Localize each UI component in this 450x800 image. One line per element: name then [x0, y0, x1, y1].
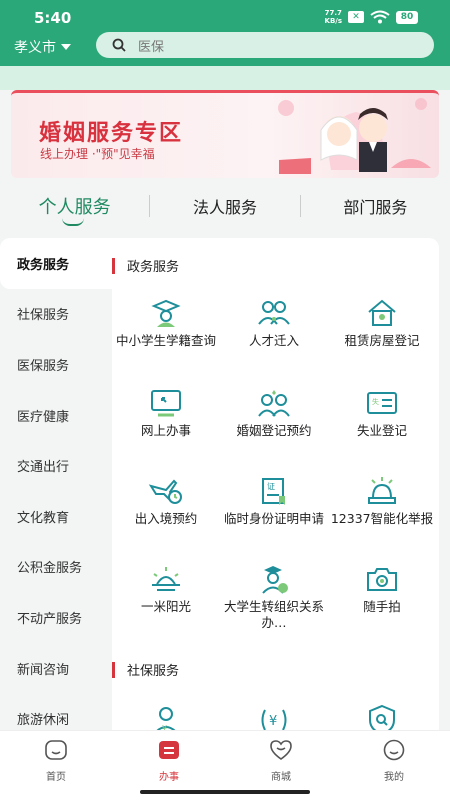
banner-title: 婚姻服务专区	[39, 121, 184, 146]
marriage-service-banner[interactable]: 婚姻服务专区 线上办理 ·"预"见幸福	[11, 90, 439, 178]
status-time: 5:40	[34, 9, 72, 27]
talent-icon	[258, 301, 290, 325]
net-speed: 77.7 KB/s	[324, 9, 342, 25]
certificate-icon: 证	[262, 478, 285, 505]
nav-profile[interactable]: 我的	[364, 739, 424, 783]
sidebar-item-healthcare[interactable]: 医疗健康	[0, 390, 112, 441]
battery-icon: 80	[396, 10, 418, 24]
status-bar: 5:40 77.7 KB/s ✕ 80	[0, 0, 450, 34]
couple-icon	[258, 390, 290, 417]
svg-text:证: 证	[267, 482, 275, 491]
service-marriage-appointment[interactable]: 婚姻登记预约	[220, 388, 328, 439]
section-header-government: 政务服务	[112, 256, 179, 275]
yuan-icon: ¥	[261, 709, 287, 730]
service-student-party-transfer[interactable]: 大学生转组织关系办…	[220, 564, 328, 631]
service-social-security-1[interactable]: ¥	[112, 704, 220, 730]
profile-icon	[383, 739, 405, 761]
section-header-social-security: 社保服务	[112, 660, 179, 679]
nav-mall[interactable]: 商城	[251, 739, 311, 783]
camera-icon	[367, 568, 397, 591]
home-icon	[45, 740, 67, 760]
search-input[interactable]: 医保	[96, 32, 434, 58]
service-talent-migration[interactable]: 人才迁入	[220, 298, 328, 349]
service-social-security-3[interactable]	[328, 704, 436, 730]
service-online-affairs[interactable]: 网上办事	[112, 388, 220, 439]
nav-home[interactable]: 首页	[26, 739, 86, 783]
graduate-icon	[262, 566, 288, 594]
banner-subtitle: 线上办理 ·"预"见幸福	[40, 147, 155, 161]
svg-text:¥: ¥	[269, 714, 277, 729]
tab-personal-service[interactable]: 个人服务	[0, 193, 149, 219]
tab-department-service[interactable]: 部门服务	[301, 194, 450, 218]
search-icon	[112, 38, 126, 52]
sidebar-item-real-estate[interactable]: 不动产服务	[0, 592, 112, 643]
couple-illustration	[278, 98, 431, 174]
sidebar-item-transport[interactable]: 交通出行	[0, 440, 112, 491]
tab-legal-service[interactable]: 法人服务	[150, 194, 299, 218]
sidebar-item-news[interactable]: 新闻咨询	[0, 643, 112, 694]
city-label: 孝义市	[14, 40, 56, 56]
wifi-icon	[370, 10, 390, 24]
service-temporary-id[interactable]: 证 临时身份证明申请	[220, 476, 328, 527]
service-panel: 政务服务 中小学生学籍查询 人才迁入 租赁房屋登记 网上办事 婚姻登记预约 失 …	[112, 238, 439, 730]
sim-x-icon: ✕	[348, 11, 364, 23]
nav-service[interactable]: 办事	[139, 739, 199, 783]
person-badge-icon: ¥	[156, 707, 176, 730]
search-placeholder: 医保	[138, 39, 165, 55]
category-sidebar: 政务服务 社保服务 医保服务 医疗健康 交通出行 文化教育 公积金服务 不动产服…	[0, 238, 112, 730]
section-title: 社保服务	[127, 664, 180, 679]
sun-icon	[152, 567, 180, 591]
sidebar-item-government[interactable]: 政务服务	[0, 238, 112, 289]
service-unemployment-registration[interactable]: 失 失业登记	[328, 388, 436, 439]
monitor-icon	[151, 390, 181, 417]
sidebar-item-housing-fund[interactable]: 公积金服务	[0, 542, 112, 593]
service-exit-entry-appointment[interactable]: 出入境预约	[112, 476, 220, 527]
mall-icon	[270, 740, 292, 760]
student-cap-icon	[151, 299, 181, 327]
id-card-icon: 失	[367, 392, 397, 414]
house-icon	[368, 299, 396, 326]
service-snapshot[interactable]: 随手拍	[328, 564, 436, 615]
city-selector[interactable]: 孝义市	[14, 37, 71, 57]
service-rental-registration[interactable]: 租赁房屋登记	[328, 298, 436, 349]
sidebar-item-medical-insurance[interactable]: 医保服务	[0, 339, 112, 390]
service-social-security-2[interactable]: ¥	[220, 704, 328, 730]
svg-text:失: 失	[372, 397, 379, 406]
section-title: 政务服务	[127, 260, 180, 275]
service-12337-report[interactable]: 12337智能化举报	[328, 476, 436, 527]
service-sunshine[interactable]: 一米阳光	[112, 564, 220, 615]
plane-clock-icon	[148, 479, 182, 504]
sidebar-item-culture-education[interactable]: 文化教育	[0, 491, 112, 542]
header-strip	[0, 66, 450, 90]
service-icon	[159, 741, 179, 759]
service-student-record[interactable]: 中小学生学籍查询	[112, 298, 220, 349]
chevron-down-icon	[61, 44, 71, 50]
alarm-bell-icon	[368, 477, 396, 504]
home-indicator	[140, 790, 310, 794]
sidebar-item-social-security[interactable]: 社保服务	[0, 289, 112, 340]
shield-search-icon	[369, 704, 395, 730]
